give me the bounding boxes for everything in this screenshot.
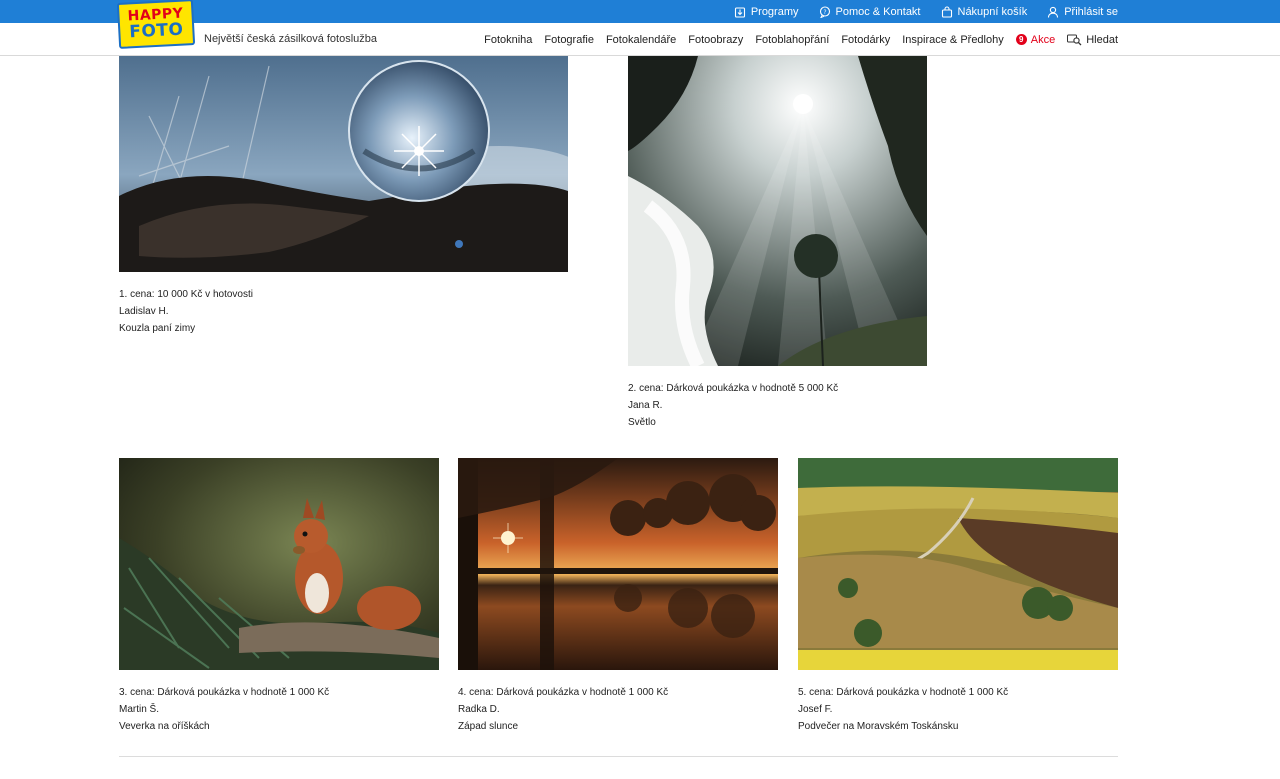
winner-author: Radka D.: [458, 704, 500, 715]
top-links: Programy ? Pomoc & Kontakt Nákupní košík…: [734, 0, 1118, 23]
help-label: Pomoc & Kontakt: [835, 5, 921, 18]
nav-item-inspiration[interactable]: Inspirace & Předlohy: [902, 34, 1004, 46]
winner-prize: 5. cena: Dárková poukázka v hodnotě 1 00…: [798, 687, 1009, 698]
winner-caption-3: 3. cena: Dárková poukázka v hodnotě 1 00…: [119, 684, 329, 735]
main-nav: Fotokniha Fotografie Fotokalendáře Fotoo…: [484, 23, 1118, 56]
winner-photo-1[interactable]: [119, 56, 568, 272]
svg-text:?: ?: [823, 8, 826, 15]
tagline: Největší česká zásilková fotoslužba: [204, 33, 378, 45]
nav-item-search[interactable]: Hledat: [1067, 34, 1118, 46]
cart-label: Nákupní košík: [957, 5, 1028, 18]
sale-badge: 9: [1015, 34, 1027, 45]
winner-prize: 3. cena: Dárková poukázka v hodnotě 1 00…: [119, 687, 330, 698]
winner-photo-2[interactable]: [628, 56, 927, 366]
nav-item-photobook[interactable]: Fotokniha: [484, 34, 532, 46]
search-label: Hledat: [1086, 33, 1118, 46]
winner-caption-1: 1. cena: 10 000 Kč v hotovosti Ladislav …: [119, 286, 253, 337]
section-divider: [119, 756, 1118, 757]
search-icon: [1067, 34, 1082, 45]
nav-item-gifts[interactable]: Fotodárky: [841, 34, 890, 46]
winner-prize: 2. cena: Dárková poukázka v hodnotě 5 00…: [628, 383, 839, 394]
winner-title: Podvečer na Moravském Toskánsku: [798, 721, 959, 732]
download-icon: [734, 6, 745, 18]
winner-title: Světlo: [628, 417, 656, 428]
nav-item-sale[interactable]: 9 Akce: [1015, 33, 1056, 46]
winner-caption-2: 2. cena: Dárková poukázka v hodnotě 5 00…: [628, 380, 838, 431]
user-icon: [1048, 6, 1059, 18]
nav-item-photos[interactable]: Fotografie: [544, 34, 594, 46]
winner-photo-3[interactable]: [119, 458, 439, 670]
winner-prize: 1. cena: 10 000 Kč v hotovosti: [119, 289, 253, 300]
nav-item-calendars[interactable]: Fotokalendáře: [606, 34, 676, 46]
login-label: Přihlásit se: [1064, 5, 1118, 18]
winner-prize: 4. cena: Dárková poukázka v hodnotě 1 00…: [458, 687, 669, 698]
winner-caption-5: 5. cena: Dárková poukázka v hodnotě 1 00…: [798, 684, 1008, 735]
shopping-bag-icon: [941, 5, 952, 18]
happyfoto-logo[interactable]: HAPPY FOTO: [116, 0, 196, 49]
winner-title: Veverka na oříškách: [119, 721, 210, 732]
winner-author: Martin Š.: [119, 704, 160, 715]
winner-author: Ladislav H.: [119, 306, 169, 317]
winner-title: Kouzla paní zimy: [119, 323, 196, 334]
winner-photo-4[interactable]: [458, 458, 778, 670]
winner-caption-4: 4. cena: Dárková poukázka v hodnotě 1 00…: [458, 684, 668, 735]
programs-link[interactable]: Programy: [734, 6, 799, 18]
chat-bubble-icon: ?: [819, 5, 830, 18]
login-link[interactable]: Přihlásit se: [1047, 6, 1118, 18]
programs-label: Programy: [750, 5, 799, 18]
logo-text-foto: FOTO: [128, 19, 184, 43]
nav-item-canvas[interactable]: Fotoobrazy: [688, 34, 743, 46]
winner-title: Západ slunce: [458, 721, 519, 732]
cart-link[interactable]: Nákupní košík: [941, 5, 1028, 18]
sale-label: Akce: [1030, 33, 1056, 46]
nav-item-cards[interactable]: Fotoblahopřání: [755, 34, 829, 46]
winner-photo-5[interactable]: [798, 458, 1118, 670]
help-link[interactable]: ? Pomoc & Kontakt: [819, 6, 921, 18]
winner-author: Jana R.: [628, 400, 663, 411]
winner-author: Josef F.: [798, 704, 833, 715]
